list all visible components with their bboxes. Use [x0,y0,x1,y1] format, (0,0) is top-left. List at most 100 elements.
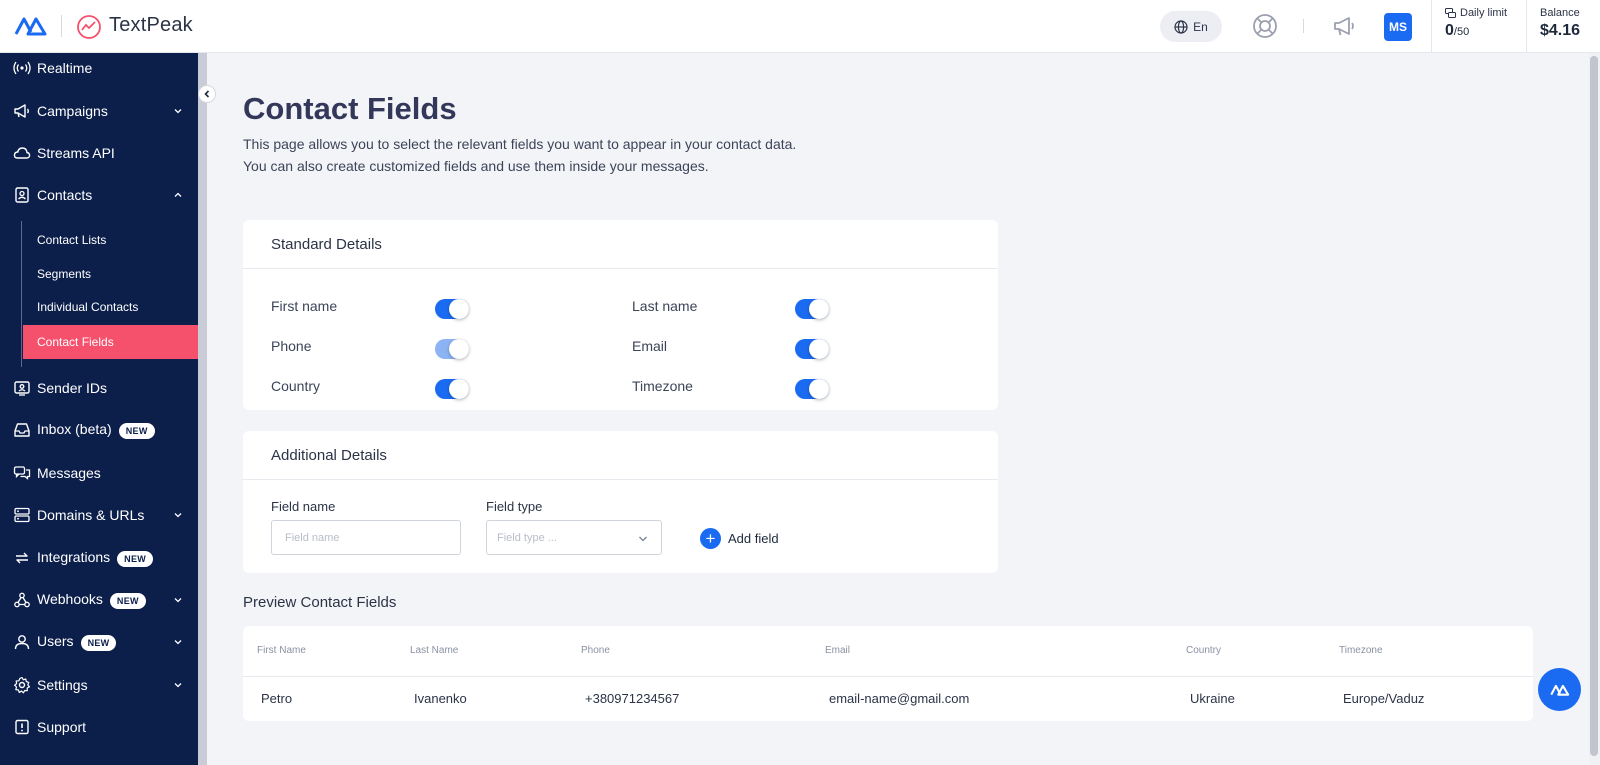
sidebar-item-label: Users [37,633,74,650]
field-label: Last name [632,298,698,314]
sidebar: Realtime Campaigns Streams API Contacts … [0,53,198,765]
daily-limit-total: /50 [1453,26,1470,38]
standard-details-card: Standard Details First name Last name Ph… [243,220,998,410]
daily-limit-box: Daily limit 0/50 [1431,0,1527,53]
sidebar-item-contacts[interactable]: Contacts [0,181,198,209]
table-cell: email-name@gmail.com [829,691,970,706]
announcement-megaphone-icon[interactable] [1330,12,1358,40]
field-type-select[interactable]: Field type ... [486,520,662,555]
phone-toggle [435,339,469,359]
user-icon [13,633,31,651]
sidebar-item-messages[interactable]: Messages [0,459,198,487]
sidebar-item-realtime[interactable]: Realtime [0,54,198,82]
page-title: Contact Fields [243,91,457,126]
new-badge: NEW [117,550,154,567]
sidebar-subitem-contact-fields[interactable]: Contact Fields [23,325,198,359]
sidebar-subitem-segments[interactable]: Segments [23,257,198,291]
field-type-placeholder: Field type ... [497,531,557,544]
sidebar-item-label: Domains & URLs [37,507,145,523]
last-name-toggle[interactable] [795,299,829,319]
field-type-label: Field type [486,499,543,514]
sidebar-subitem-individual-contacts[interactable]: Individual Contacts [23,290,198,324]
sidebar-item-label: Support [37,719,87,735]
sidebar-item-sender-ids[interactable]: Sender IDs [0,374,198,402]
table-cell: +380971234567 [585,691,680,706]
scrollbar-thumb[interactable] [1590,56,1598,756]
user-avatar[interactable]: MS [1384,13,1412,41]
field-label: First name [271,298,338,314]
sidebar-item-label: Contacts [37,187,93,203]
column-header: Country [1186,645,1222,656]
textpeak-logo-icon[interactable] [14,14,48,38]
balance-label: Balance [1540,7,1580,19]
page-description: This page allows you to select the relev… [243,133,796,177]
sync-arrows-icon [13,549,31,567]
page-description-line: You can also create customized fields an… [243,158,709,174]
top-header: TextPeak En MS Daily limit 0/50 Balance … [0,0,1600,53]
new-badge: NEW [109,592,146,609]
daily-limit-used: 0 [1445,22,1454,39]
column-header: Phone [581,645,610,656]
table-cell: Ukraine [1190,691,1235,706]
globe-icon [1174,19,1188,34]
floating-help-button[interactable] [1538,668,1581,711]
preview-table: First Name Last Name Phone Email Country… [243,626,1533,721]
chevron-down-icon [639,536,647,542]
sidebar-item-label: Integrations [37,549,111,566]
daily-limit-label: Daily limit [1460,7,1508,19]
email-toggle[interactable] [795,339,829,359]
sidebar-collapse-button[interactable] [198,85,216,103]
sidebar-item-streams-api[interactable]: Streams API [0,139,198,167]
cloud-icon [13,144,31,162]
sidebar-item-settings[interactable]: Settings [0,671,198,699]
new-badge: NEW [118,422,155,439]
card-title: Additional Details [243,431,998,480]
chevron-down-icon [174,513,182,518]
sidebar-item-label: Inbox (beta) [37,421,112,438]
sidebar-item-domains-urls[interactable]: Domains & URLs [0,501,198,529]
submenu-line [21,221,22,367]
timezone-toggle[interactable] [795,379,829,399]
chat-icon [13,464,31,482]
field-name-input[interactable] [271,520,461,555]
chat-bubbles-icon [1445,7,1456,18]
sidebar-item-label: Webhooks [37,591,103,608]
card-title: Standard Details [243,220,998,269]
server-icon [13,506,31,524]
sender-id-icon [13,379,31,397]
sidebar-item-label: Messages [37,465,101,481]
field-label: Country [271,378,321,394]
sidebar-item-inbox[interactable]: Inbox (beta) NEW [0,416,198,444]
sidebar-item-label: Sender IDs [37,380,108,396]
field-label: Email [632,338,668,354]
sidebar-subitem-contact-lists[interactable]: Contact Lists [23,223,198,257]
brand-chart-icon [77,15,101,39]
sidebar-item-integrations[interactable]: Integrations NEW [0,544,198,572]
field-label: Timezone [632,378,693,394]
sidebar-item-users[interactable]: Users NEW [0,628,198,656]
sidebar-item-campaigns[interactable]: Campaigns [0,97,198,125]
gear-icon [13,676,31,694]
lifebuoy-icon[interactable] [1251,12,1279,40]
plus-icon: + [700,528,721,549]
sidebar-item-support[interactable]: Support [0,713,198,741]
language-label: En [1193,19,1208,34]
add-field-button[interactable]: + Add field [700,528,779,549]
table-divider [243,676,1533,677]
logo-divider [61,15,62,37]
table-cell: Petro [261,691,293,706]
column-header: First Name [257,645,306,656]
main-content: Contact Fields This page allows you to s… [243,53,1583,765]
table-cell: Ivanenko [414,691,467,706]
column-header: Last Name [410,645,459,656]
language-switcher[interactable]: En [1160,11,1222,42]
country-toggle[interactable] [435,379,469,399]
preview-title: Preview Contact Fields [243,594,397,611]
sidebar-item-label: Settings [37,677,88,693]
first-name-toggle[interactable] [435,299,469,319]
sidebar-item-label: Realtime [37,60,93,76]
broadcast-icon [13,59,31,77]
sidebar-item-webhooks[interactable]: Webhooks NEW [0,586,198,614]
chevron-up-icon [174,192,182,197]
balance-value: $4.16 [1540,22,1581,39]
